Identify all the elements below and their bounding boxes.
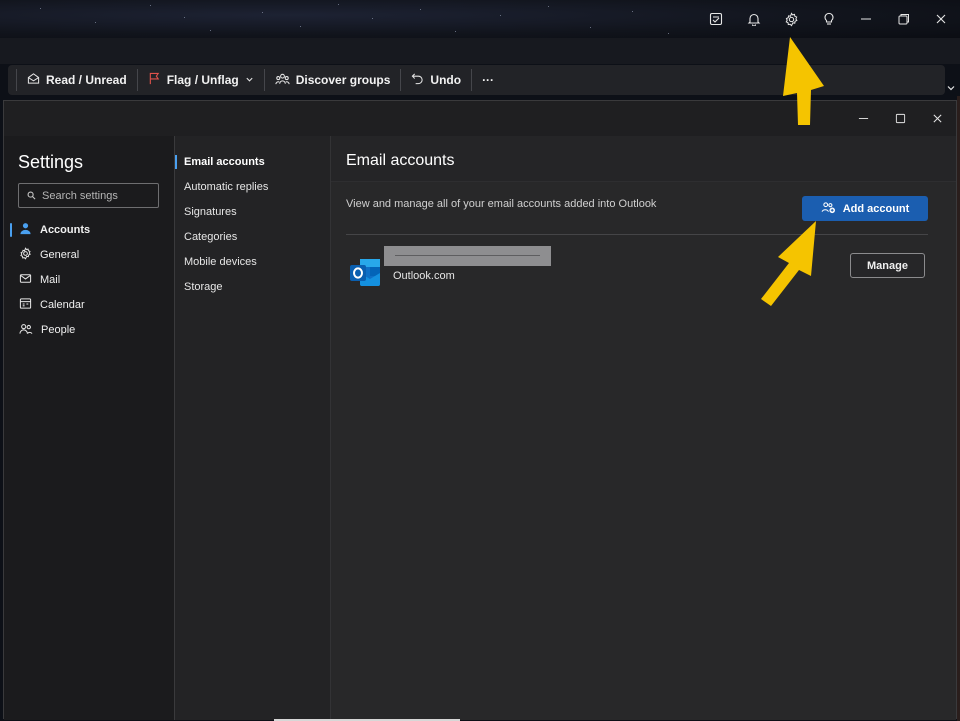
flag-unflag-button[interactable]: Flag / Unflag xyxy=(140,67,262,93)
nav-item-mail[interactable]: Mail xyxy=(4,268,174,292)
ribbon-separator xyxy=(136,69,138,91)
undo-label: Undo xyxy=(430,73,462,87)
read-unread-button[interactable]: Read / Unread xyxy=(19,67,135,93)
subnav-label: Email accounts xyxy=(184,156,265,168)
nav-item-general[interactable]: General xyxy=(4,243,174,267)
subnav-label: Mobile devices xyxy=(184,256,257,268)
annotation-arrow-icon xyxy=(783,37,824,125)
nav-item-label: Calendar xyxy=(40,299,85,311)
settings-subnav: Email accounts Automatic replies Signatu… xyxy=(174,136,330,720)
nav-item-calendar[interactable]: Calendar xyxy=(4,293,174,317)
manage-button[interactable]: Manage xyxy=(850,253,925,278)
chevron-down-icon[interactable] xyxy=(245,73,254,87)
subnav-label: Automatic replies xyxy=(184,181,269,193)
active-indicator xyxy=(175,155,177,169)
more-options-button[interactable]: ··· xyxy=(474,67,502,93)
search-input[interactable] xyxy=(42,189,152,202)
nav-item-label: People xyxy=(41,324,76,336)
nav-item-label: General xyxy=(40,249,80,261)
subnav-label: Signatures xyxy=(184,206,237,218)
discover-groups-label: Discover groups xyxy=(295,73,391,87)
flag-icon xyxy=(148,72,161,88)
settings-title: Settings xyxy=(18,152,84,172)
gear-icon xyxy=(19,247,32,263)
bell-icon[interactable] xyxy=(735,0,773,38)
panel-title: Email accounts xyxy=(346,152,455,169)
subnav-categories[interactable]: Categories xyxy=(175,225,330,249)
subnav-email-accounts[interactable]: Email accounts xyxy=(175,150,330,174)
undo-button[interactable]: Undo xyxy=(403,67,469,93)
subnav-automatic-replies[interactable]: Automatic replies xyxy=(175,175,330,199)
outlook-title-bar xyxy=(0,0,960,38)
panel-description: View and manage all of your email accoun… xyxy=(346,198,657,210)
panel-divider xyxy=(346,234,928,235)
dialog-maximize-icon[interactable] xyxy=(881,101,919,136)
lightbulb-icon[interactable] xyxy=(810,0,848,38)
mail-icon xyxy=(19,272,32,288)
ribbon-expand-chevron-icon[interactable] xyxy=(944,80,958,96)
dialog-close-icon[interactable] xyxy=(918,101,956,136)
add-account-button[interactable]: Add account xyxy=(802,196,928,221)
dialog-minimize-icon[interactable] xyxy=(844,101,882,136)
nav-item-people[interactable]: People xyxy=(4,318,174,342)
person-icon xyxy=(19,222,32,238)
ribbon-separator xyxy=(16,69,17,91)
envelope-open-icon xyxy=(27,72,40,88)
panel-header: Email accounts xyxy=(331,136,956,182)
people-icon xyxy=(19,322,33,338)
annotation-arrow-icon xyxy=(761,221,816,306)
notes-icon[interactable] xyxy=(698,0,736,38)
redacted-email-address xyxy=(384,246,551,266)
people-group-icon xyxy=(275,72,290,89)
more-icon: ··· xyxy=(482,73,495,87)
settings-search-box[interactable] xyxy=(18,183,159,208)
subnav-storage[interactable]: Storage xyxy=(175,275,330,299)
account-type: Outlook.com xyxy=(393,270,455,282)
nav-item-label: Accounts xyxy=(40,224,91,236)
add-person-icon xyxy=(821,201,836,217)
flag-unflag-label: Flag / Unflag xyxy=(166,73,239,87)
subnav-mobile-devices[interactable]: Mobile devices xyxy=(175,250,330,274)
email-accounts-panel: Email accounts View and manage all of yo… xyxy=(330,136,956,720)
nav-item-accounts[interactable]: Accounts xyxy=(4,218,174,242)
restore-icon[interactable] xyxy=(885,0,923,38)
active-indicator xyxy=(10,223,12,237)
subnav-label: Storage xyxy=(184,281,223,293)
ribbon-separator xyxy=(263,69,265,91)
subnav-signatures[interactable]: Signatures xyxy=(175,200,330,224)
outlook-logo-icon xyxy=(348,258,382,288)
read-unread-label: Read / Unread xyxy=(46,73,127,87)
search-icon xyxy=(27,187,36,205)
nav-item-label: Mail xyxy=(40,274,61,286)
minimize-icon[interactable] xyxy=(848,0,886,38)
manage-label: Manage xyxy=(867,259,908,272)
gear-icon[interactable] xyxy=(773,0,811,38)
close-icon[interactable] xyxy=(923,0,960,38)
undo-icon xyxy=(411,72,424,88)
ribbon-separator xyxy=(471,69,473,91)
settings-dialog: Settings Accounts General Mail xyxy=(3,100,957,720)
add-account-label: Add account xyxy=(842,202,910,215)
subnav-label: Categories xyxy=(184,231,238,243)
settings-nav: Settings Accounts General Mail xyxy=(4,136,174,720)
discover-groups-button[interactable]: Discover groups xyxy=(267,67,399,93)
ribbon-separator xyxy=(400,69,402,91)
calendar-icon xyxy=(19,297,32,313)
